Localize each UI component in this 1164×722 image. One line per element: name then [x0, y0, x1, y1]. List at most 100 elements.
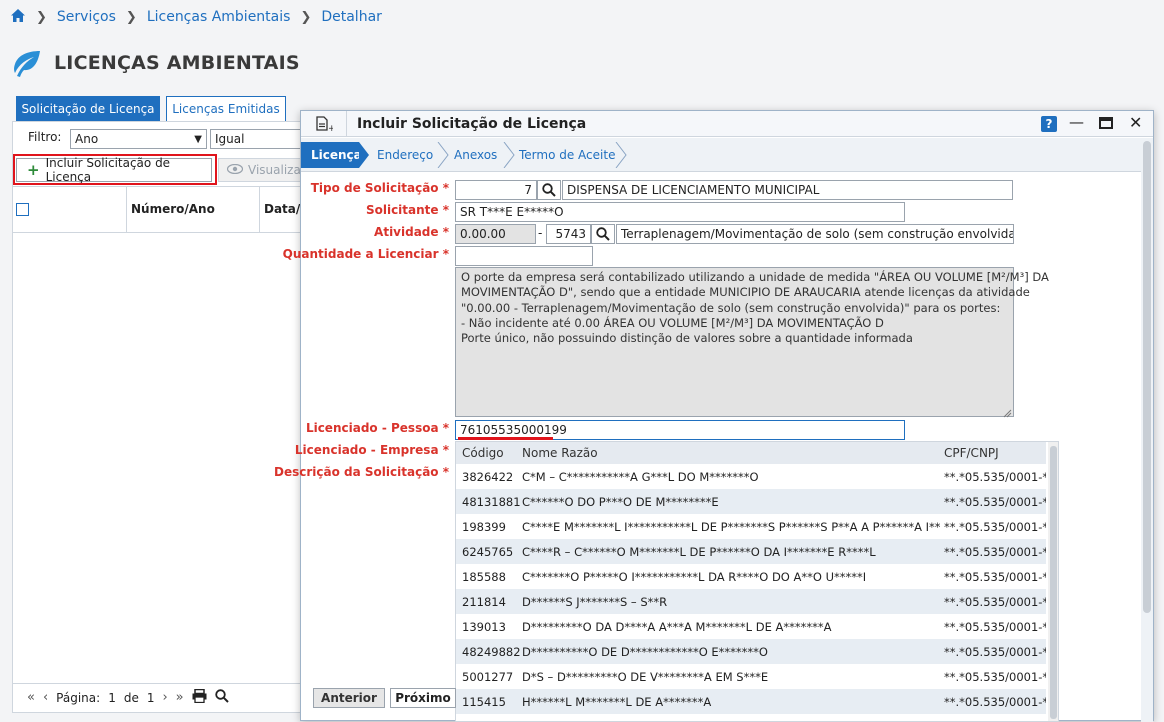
step-termo-aceite[interactable]: Termo de Aceite	[519, 142, 615, 168]
breadcrumb-servicos[interactable]: Serviços	[57, 9, 116, 25]
ac-cell-codigo: 198399	[462, 520, 506, 534]
next-page-icon[interactable]: ›	[162, 690, 167, 705]
chevron-right-icon: ❯	[300, 9, 312, 25]
tab-solicitacao-licenca[interactable]: Solicitação de Licença	[16, 96, 160, 122]
list-item[interactable]: 6245765 C****R – C******O M*******L DE P*…	[456, 539, 1046, 564]
ac-cell-codigo: 139013	[462, 620, 506, 634]
column-divider	[259, 186, 260, 233]
resize-handle-icon[interactable]	[1003, 407, 1012, 421]
highlight-annotation	[13, 154, 217, 185]
list-item[interactable]: 185588 C*******O P*****O I***********L DA…	[456, 564, 1046, 589]
list-item[interactable]: 5001277 D*S – D*********O DE V********A E…	[456, 664, 1046, 689]
atividade-descricao-field: Terraplenagem/Movimentação de solo (sem …	[616, 224, 1014, 244]
list-item[interactable]: 139013 D*********O DA D****A A***A M*****…	[456, 614, 1046, 639]
ac-cell-nome-razao: C****R – C******O M*******L DE P******O …	[522, 545, 876, 559]
atividade-codigo-field[interactable]: 5743	[546, 224, 591, 244]
ac-cell-nome-razao: D*********O DA D****A A***A M*******L DE…	[522, 620, 832, 634]
ac-cell-codigo: 115415	[462, 695, 506, 709]
next-button[interactable]: Próximo	[390, 688, 456, 708]
view-button[interactable]: Visualizar	[218, 158, 310, 182]
close-icon[interactable]: ✕	[1129, 113, 1142, 132]
ac-cell-codigo: 48131881	[462, 495, 520, 509]
search-icon[interactable]	[537, 180, 561, 200]
filter-field-select[interactable]: Ano ▼	[70, 129, 207, 149]
ac-cell-nome-razao: C****E M*******L I***********L DE P*****…	[522, 520, 940, 534]
maximize-icon[interactable]	[1099, 117, 1113, 129]
ac-cell-cpf-cnpj: **.*05.535/0001-**	[944, 495, 1046, 509]
label-licenciado-pessoa: Licenciado - Pessoa *	[305, 421, 449, 435]
tipo-descricao-field: DISPENSA DE LICENCIAMENTO MUNICIPAL	[562, 180, 1013, 200]
chevron-right-icon: ❯	[36, 9, 47, 25]
page-of-label: de	[123, 690, 139, 705]
tipo-codigo-field[interactable]: 7	[455, 180, 537, 200]
help-icon[interactable]: ?	[1041, 116, 1057, 132]
info-line: O porte da empresa será contabilizado ut…	[461, 270, 1049, 284]
info-line: - Não incidente até 0.00 ÁREA OU VOLUME …	[461, 315, 884, 330]
list-item[interactable]: 3826422 C*M – C***********A G***L DO M***…	[456, 464, 1046, 489]
ac-cell-nome-razao: H******L M*******L DE A*******A	[522, 695, 712, 709]
page-current: 1	[108, 690, 116, 705]
porte-info-textarea: O porte da empresa será contabilizado ut…	[455, 267, 1049, 417]
column-header-numero-ano[interactable]: Número/Ano	[131, 202, 215, 216]
dialog-scrollbar-thumb[interactable]	[1143, 141, 1151, 613]
filter-field-value: Ano	[75, 132, 99, 146]
first-page-icon[interactable]: «	[27, 690, 35, 705]
ac-cell-codigo: 185588	[462, 570, 506, 584]
ac-cell-nome-razao: C******O DO P***O DE M********E	[522, 495, 719, 509]
search-icon[interactable]	[214, 688, 229, 707]
select-all-checkbox[interactable]	[16, 203, 29, 216]
breadcrumb-detalhar[interactable]: Detalhar	[321, 9, 382, 25]
list-item[interactable]: 211814 D******S J*******S – S**R **.*05.53…	[456, 589, 1046, 614]
ac-col-nome-razao: Nome Razão	[522, 446, 598, 460]
page-total: 1	[146, 690, 155, 705]
step-anexos[interactable]: Anexos	[454, 142, 497, 168]
ac-cell-codigo: 48249882	[462, 645, 520, 659]
info-line: MOVIMENTAÇÃO D", sendo que a entidade MU…	[461, 285, 1030, 300]
list-item[interactable]: 115415 H******L M*******L DE A*******A **.…	[456, 689, 1046, 714]
filter-label: Filtro:	[28, 130, 62, 144]
leaf-logo-icon	[10, 50, 42, 81]
filter-operator-select[interactable]: Igual	[210, 129, 310, 149]
atividade-separator: -	[538, 226, 543, 240]
breadcrumb-licencas[interactable]: Licenças Ambientais	[147, 9, 291, 25]
minimize-icon[interactable]: —	[1069, 113, 1084, 131]
ac-cell-cpf-cnpj: **.*05.535/0001-**	[944, 645, 1046, 659]
home-icon[interactable]	[10, 8, 26, 27]
ac-cell-cpf-cnpj: **.*05.535/0001-**	[944, 470, 1046, 484]
previous-button[interactable]: Anterior	[313, 688, 385, 708]
ac-cell-codigo: 3826422	[462, 470, 514, 484]
ac-cell-nome-razao: C*M – C***********A G***L DO M*******O	[522, 470, 759, 484]
page-title: LICENÇAS AMBIENTAIS	[54, 52, 300, 74]
autocomplete-dropdown: Código Nome Razão CPF/CNPJ 3826422 C*M – …	[455, 441, 1059, 722]
quantidade-field[interactable]	[455, 246, 593, 266]
autocomplete-scrollbar-thumb[interactable]	[1050, 446, 1057, 719]
atividade-porte-field: 0.00.00	[455, 224, 536, 244]
ac-cell-cpf-cnpj: **.*05.535/0001-**	[944, 695, 1046, 709]
page-label: Página:	[56, 690, 101, 705]
info-line: "0.00.00 - Terraplenagem/Movimentação de…	[461, 300, 1001, 315]
tab-licencas-emitidas[interactable]: Licenças Emitidas	[166, 96, 286, 122]
ac-cell-codigo: 211814	[462, 595, 506, 609]
pager: « ‹ Página: 1 de 1 › »	[13, 683, 309, 711]
breadcrumb: ❯ Serviços ❯ Licenças Ambientais ❯ Detal…	[10, 6, 382, 28]
list-item[interactable]: 198399 C****E M*******L I***********L DE …	[456, 514, 1046, 539]
ac-cell-nome-razao: D******S J*******S – S**R	[522, 595, 668, 609]
search-icon[interactable]	[591, 224, 615, 244]
print-icon[interactable]	[192, 688, 207, 707]
ac-col-codigo: Código	[462, 446, 504, 460]
chevron-right-icon: ❯	[125, 9, 137, 25]
prev-page-icon[interactable]: ‹	[43, 690, 48, 705]
filter-operator-value: Igual	[215, 132, 245, 146]
list-item[interactable]: 48249882 D**********O DE D************O E…	[456, 639, 1046, 664]
label-licenciado-empresa: Licenciado - Empresa *	[294, 443, 449, 457]
list-item[interactable]: 48131881 C******O DO P***O DE M********E *…	[456, 489, 1046, 514]
solicitante-field[interactable]: SR T***E E*****O	[455, 202, 905, 222]
step-chevron-icon	[615, 142, 627, 168]
label-descricao: Descrição da Solicitação *	[274, 465, 449, 479]
ac-cell-nome-razao: D*S – D*********O DE V********A EM S***E	[522, 670, 769, 684]
last-page-icon[interactable]: »	[176, 690, 184, 705]
ac-cell-cpf-cnpj: **.*05.535/0001-**	[944, 670, 1046, 684]
include-request-dialog: + Incluir Solicitação de Licença ? — ✕ L…	[274, 110, 1154, 722]
ac-cell-cpf-cnpj: **.*05.535/0001-**	[944, 595, 1046, 609]
step-chevron-icon	[503, 142, 515, 168]
